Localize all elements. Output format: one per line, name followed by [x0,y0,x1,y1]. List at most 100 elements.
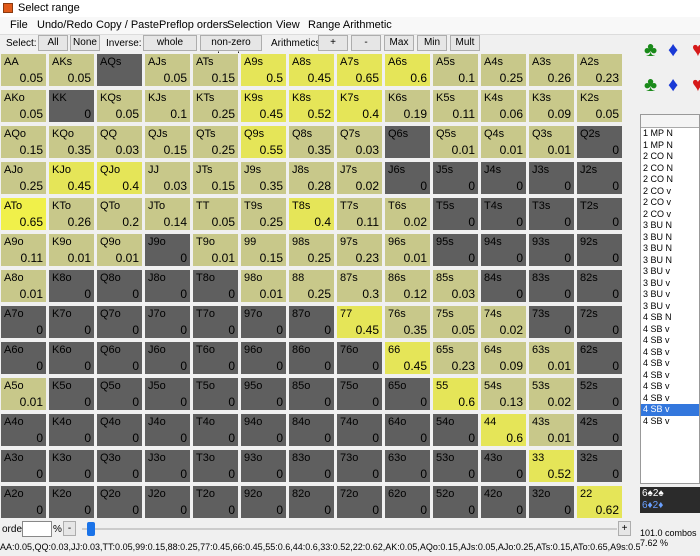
hand-cell-q3o[interactable]: Q3o 0 [96,449,143,483]
tree-item[interactable]: 3 BU N [641,243,699,255]
hand-cell-j4o[interactable]: J4o 0 [144,413,191,447]
hand-cell-j7s[interactable]: J7s 0.02 [336,161,383,195]
hand-cell-83s[interactable]: 83s 0 [528,269,575,303]
hand-cell-kts[interactable]: KTs 0.25 [192,89,239,123]
hand-cell-86s[interactable]: 86s 0.12 [384,269,431,303]
hand-cell-85o[interactable]: 85o 0 [288,377,335,411]
hand-cell-t8o[interactable]: T8o 0 [192,269,239,303]
hand-cell-83o[interactable]: 83o 0 [288,449,335,483]
hand-cell-63s[interactable]: 63s 0.01 [528,341,575,375]
hand-cell-j3s[interactable]: J3s 0 [528,161,575,195]
hand-cell-a7s[interactable]: A7s 0.65 [336,53,383,87]
hand-cell-95o[interactable]: 95o 0 [240,377,287,411]
hand-cell-t9o[interactable]: T9o 0.01 [192,233,239,267]
tree-item[interactable]: 4 SB v [641,393,699,405]
hand-cell-a2s[interactable]: A2s 0.23 [576,53,623,87]
hand-cell-55[interactable]: 55 0.6 [432,377,479,411]
hand-cell-33[interactable]: 33 0.52 [528,449,575,483]
hand-cell-93s[interactable]: 93s 0 [528,233,575,267]
hand-cell-22[interactable]: 22 0.62 [576,485,623,519]
hand-cell-k6o[interactable]: K6o 0 [48,341,95,375]
hand-cell-53o[interactable]: 53o 0 [432,449,479,483]
hand-cell-a6s[interactable]: A6s 0.6 [384,53,431,87]
hand-cell-t8s[interactable]: T8s 0.4 [288,197,335,231]
hand-cell-k2s[interactable]: K2s 0.05 [576,89,623,123]
hand-cell-86o[interactable]: 86o 0 [288,341,335,375]
plus-button[interactable]: + [318,35,348,51]
tree-item[interactable]: 2 CO N [641,163,699,175]
hand-cell-k8o[interactable]: K8o 0 [48,269,95,303]
hand-cell-j8s[interactable]: J8s 0.28 [288,161,335,195]
hand-cell-aa[interactable]: AA 0.05 [0,53,47,87]
hand-cell-64s[interactable]: 64s 0.09 [480,341,527,375]
menu-view[interactable]: View [276,19,300,31]
hand-cell-j7o[interactable]: J7o 0 [144,305,191,339]
inverse-whole-range-button[interactable]: whole range [143,35,197,62]
club-icon[interactable]: ♣ [644,75,657,95]
hand-cell-t4s[interactable]: T4s 0 [480,197,527,231]
menu-undo-redo[interactable]: Undo/Redo [37,19,93,31]
hand-cell-a2o[interactable]: A2o 0 [0,485,47,519]
hand-cell-32o[interactable]: 32o 0 [528,485,575,519]
hand-cell-t7o[interactable]: T7o 0 [192,305,239,339]
hand-cell-77[interactable]: 77 0.45 [336,305,383,339]
hand-cell-64o[interactable]: 64o 0 [384,413,431,447]
hand-cell-k9o[interactable]: K9o 0.01 [48,233,95,267]
hand-cell-kjs[interactable]: KJs 0.1 [144,89,191,123]
hand-cell-ako[interactable]: AKo 0.05 [0,89,47,123]
hand-cell-t3s[interactable]: T3s 0 [528,197,575,231]
diamond-icon[interactable]: ♦ [668,75,678,95]
hand-cell-98s[interactable]: 98s 0.25 [288,233,335,267]
hand-cell-qjo[interactable]: QJo 0.4 [96,161,143,195]
hand-cell-j8o[interactable]: J8o 0 [144,269,191,303]
hand-cell-q9s[interactable]: Q9s 0.55 [240,125,287,159]
tree-item[interactable]: 2 CO v [641,197,699,209]
hand-cell-63o[interactable]: 63o 0 [384,449,431,483]
hand-cell-a5o[interactable]: A5o 0.01 [0,377,47,411]
tree-item[interactable]: 2 CO v [641,186,699,198]
hand-cell-j9s[interactable]: J9s 0.35 [240,161,287,195]
hand-cell-94o[interactable]: 94o 0 [240,413,287,447]
hand-cell-qts[interactable]: QTs 0.25 [192,125,239,159]
hand-cell-95s[interactable]: 95s 0 [432,233,479,267]
hand-cell-t7s[interactable]: T7s 0.11 [336,197,383,231]
hand-cell-aqo[interactable]: AQo 0.15 [0,125,47,159]
order-input[interactable] [22,521,52,537]
hand-cell-42s[interactable]: 42s 0 [576,413,623,447]
select-all-button[interactable]: All [38,35,68,51]
hand-cell-k3o[interactable]: K3o 0 [48,449,95,483]
hand-cell-93o[interactable]: 93o 0 [240,449,287,483]
hand-cell-52s[interactable]: 52s 0 [576,377,623,411]
hand-cell-j2s[interactable]: J2s 0 [576,161,623,195]
hand-cell-q6o[interactable]: Q6o 0 [96,341,143,375]
hand-cell-qjs[interactable]: QJs 0.15 [144,125,191,159]
hand-cell-jts[interactable]: JTs 0.15 [192,161,239,195]
tree-item[interactable]: 3 BU N [641,232,699,244]
hand-cell-a3s[interactable]: A3s 0.26 [528,53,575,87]
hand-cell-a6o[interactable]: A6o 0 [0,341,47,375]
hand-cell-66[interactable]: 66 0.45 [384,341,431,375]
hand-cell-65s[interactable]: 65s 0.23 [432,341,479,375]
hand-cell-97o[interactable]: 97o 0 [240,305,287,339]
order-slider-track[interactable] [82,528,617,530]
hand-cell-jto[interactable]: JTo 0.14 [144,197,191,231]
tree-item[interactable]: 3 BU v [641,278,699,290]
tree-item[interactable]: 4 SB v [641,347,699,359]
hand-cell-82o[interactable]: 82o 0 [288,485,335,519]
tree-item[interactable]: 3 BU N [641,255,699,267]
hand-cell-q5o[interactable]: Q5o 0 [96,377,143,411]
hand-cell-q2s[interactable]: Q2s 0 [576,125,623,159]
hand-cell-kjo[interactable]: KJo 0.45 [48,161,95,195]
hand-cell-92o[interactable]: 92o 0 [240,485,287,519]
hand-cell-jj[interactable]: JJ 0.03 [144,161,191,195]
hand-cell-k7s[interactable]: K7s 0.4 [336,89,383,123]
diamond-icon[interactable]: ♦ [668,40,678,60]
hand-cell-62o[interactable]: 62o 0 [384,485,431,519]
inverse-non-zero-button[interactable]: non-zero hands [200,35,262,62]
menu-selection[interactable]: Selection [227,19,272,31]
hand-cell-54s[interactable]: 54s 0.13 [480,377,527,411]
hand-cell-ajs[interactable]: AJs 0.05 [144,53,191,87]
hand-cell-q6s[interactable]: Q6s [384,125,431,159]
hand-cell-87o[interactable]: 87o 0 [288,305,335,339]
hand-cell-j2o[interactable]: J2o 0 [144,485,191,519]
